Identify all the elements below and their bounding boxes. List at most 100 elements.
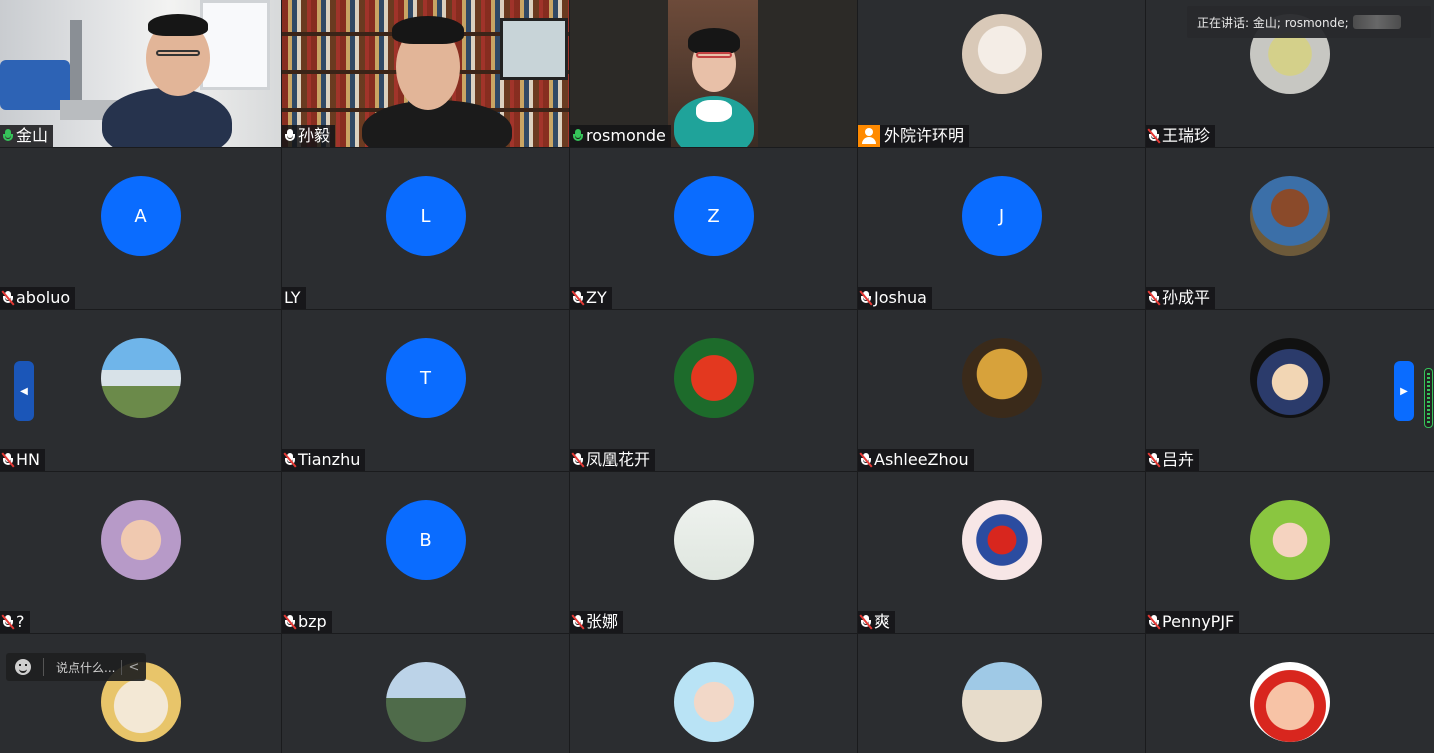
avatar	[961, 14, 1042, 94]
participant-name-tag: Tianzhu	[282, 449, 366, 471]
participant-name-tag: 爽	[858, 611, 896, 633]
participant-name: LY	[284, 288, 301, 307]
participant-name-tag: HN	[0, 449, 45, 471]
participant-tile[interactable]: 吕卉	[1146, 310, 1434, 471]
participant-tile[interactable]: L LY	[282, 148, 569, 309]
mic-muted-icon	[1148, 452, 1160, 468]
participant-name-tag: AshleeZhou	[858, 449, 974, 471]
avatar	[673, 500, 754, 580]
next-page-button[interactable]: ▶	[1394, 361, 1414, 421]
participant-name: ?	[16, 612, 25, 631]
participant-name-tag: ZY	[570, 287, 612, 309]
mic-muted-icon	[572, 614, 584, 630]
participant-tile[interactable]: 金山	[0, 0, 281, 147]
participant-tile[interactable]: 张娜	[570, 472, 857, 633]
mic-muted-icon	[1148, 614, 1160, 630]
participant-name-tag: ?	[0, 611, 30, 633]
chat-input-placeholder[interactable]: 说点什么...	[56, 659, 115, 676]
participant-name-tag: 张娜	[570, 611, 624, 633]
avatar-letter: A	[134, 205, 147, 227]
participant-tile[interactable]: 孙成平	[1146, 148, 1434, 309]
participant-name: rosmonde	[586, 126, 666, 145]
avatar	[1250, 662, 1330, 742]
avatar	[961, 662, 1042, 742]
participant-tile[interactable]: 爽	[858, 472, 1145, 633]
avatar-letter: B	[419, 529, 432, 551]
participant-name-tag: Joshua	[858, 287, 932, 309]
participant-name: ZY	[586, 288, 607, 307]
emoji-icon[interactable]	[15, 659, 31, 675]
participant-tile[interactable]: Bbzp	[282, 472, 569, 633]
mic-icon	[572, 128, 584, 144]
participant-name: 金山	[16, 126, 49, 145]
participant-tile[interactable]: Aaboluo	[0, 148, 281, 309]
participant-tile[interactable]: AshleeZhou	[858, 310, 1145, 471]
participant-name: 爽	[874, 612, 891, 631]
mic-muted-icon	[572, 452, 584, 468]
participant-name-tag: 吕卉	[1146, 449, 1200, 471]
participant-name: aboluo	[16, 288, 71, 307]
participant-tile[interactable]	[858, 634, 1145, 753]
avatar	[100, 338, 181, 418]
speaking-text: 正在讲话: 金山; rosmonde;	[1197, 15, 1349, 30]
participant-name-tag: LY	[282, 287, 306, 309]
participant-tile[interactable]: ?	[0, 472, 281, 633]
avatar	[1250, 500, 1330, 580]
avatar	[673, 662, 754, 742]
avatar	[673, 338, 754, 418]
chevron-left-icon[interactable]: <	[121, 659, 139, 675]
divider	[43, 658, 44, 676]
participant-name: 吕卉	[1162, 450, 1195, 469]
participant-tile[interactable]: rosmonde	[570, 0, 857, 147]
participant-tile[interactable]	[1146, 634, 1434, 753]
participant-name-tag: PennyPJF	[1146, 611, 1240, 633]
letter-avatar: L	[385, 176, 466, 256]
participant-tile[interactable]	[0, 634, 281, 753]
participant-name-tag: 孙毅	[282, 125, 336, 147]
mic-muted-icon	[572, 290, 584, 306]
participant-name: 孙成平	[1162, 288, 1211, 307]
participant-tile[interactable]: T Tianzhu	[282, 310, 569, 471]
grid-scrollbar[interactable]	[1424, 368, 1433, 428]
participant-tile[interactable]: HN	[0, 310, 281, 471]
prev-page-button[interactable]: ◀	[14, 361, 34, 421]
mic-muted-icon	[2, 452, 14, 468]
chat-input-bar[interactable]: 说点什么... <	[6, 653, 146, 681]
user-icon	[858, 125, 880, 147]
participant-name: Joshua	[874, 288, 927, 307]
avatar-letter: L	[420, 205, 431, 227]
participant-name: HN	[16, 450, 40, 469]
avatar-letter: J	[998, 205, 1005, 227]
participant-name-tag: 王瑞珍	[1146, 125, 1216, 147]
participant-grid: 金山 孙毅 rosmonde 外院许环明 王瑞珍 Aaboluo L LY Z ZY J Joshua…	[0, 0, 1434, 753]
participant-name-tag: 凤凰花开	[570, 449, 656, 471]
chevron-right-icon: ▶	[1400, 385, 1408, 397]
scrollbar-thumb[interactable]	[1427, 373, 1430, 423]
letter-avatar: T	[385, 338, 466, 418]
mic-muted-icon	[860, 290, 872, 306]
participant-tile[interactable]: Z ZY	[570, 148, 857, 309]
participant-tile[interactable]: J Joshua	[858, 148, 1145, 309]
participant-name: 外院许环明	[884, 126, 965, 145]
participant-tile[interactable]	[570, 634, 857, 753]
mic-muted-icon	[284, 614, 296, 630]
participant-name: AshleeZhou	[874, 450, 969, 469]
mic-muted-icon	[860, 614, 872, 630]
mic-muted-icon	[2, 290, 14, 306]
letter-avatar: A	[100, 176, 181, 256]
mic-icon	[2, 128, 14, 144]
participant-name: 孙毅	[298, 126, 331, 145]
participant-name: 凤凰花开	[586, 450, 651, 469]
participant-name: 王瑞珍	[1162, 126, 1211, 145]
participant-tile[interactable]	[282, 634, 569, 753]
avatar	[1250, 338, 1330, 418]
participant-tile[interactable]: 凤凰花开	[570, 310, 857, 471]
participant-tile[interactable]: 外院许环明	[858, 0, 1145, 147]
participant-name-tag: 孙成平	[1146, 287, 1216, 309]
avatar	[385, 662, 466, 742]
participant-name-tag: bzp	[282, 611, 332, 633]
participant-tile[interactable]: PennyPJF	[1146, 472, 1434, 633]
participant-tile[interactable]: 孙毅	[282, 0, 569, 147]
participant-name: PennyPJF	[1162, 612, 1235, 631]
letter-avatar: J	[961, 176, 1042, 256]
